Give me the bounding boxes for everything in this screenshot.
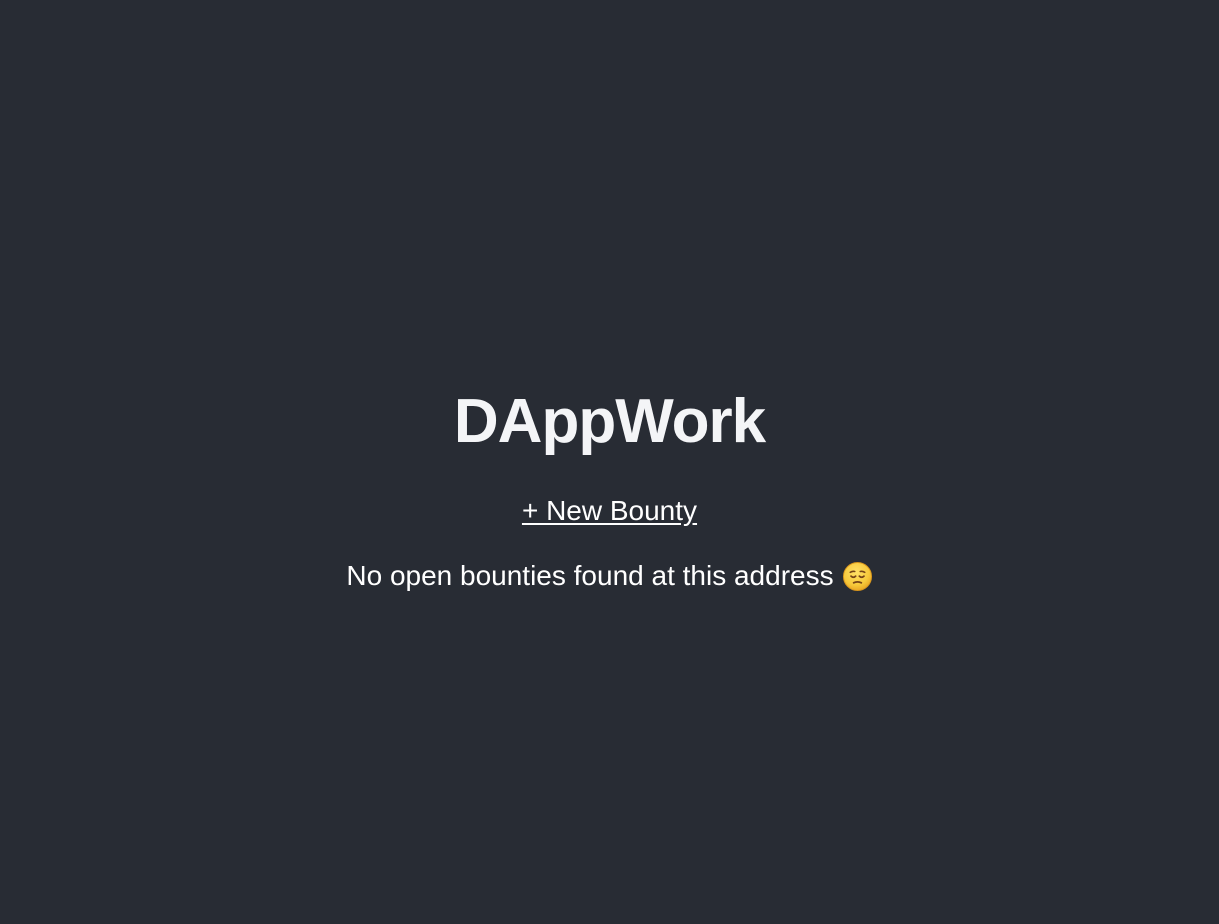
new-bounty-link[interactable]: + New Bounty (522, 494, 697, 528)
app-title: DAppWork (453, 387, 766, 456)
app-page: DAppWork + New Bounty No open bounties f… (0, 0, 1219, 924)
empty-state: No open bounties found at this address (346, 559, 872, 593)
empty-state-message: No open bounties found at this address (346, 560, 834, 591)
main-content: DAppWork + New Bounty No open bounties f… (0, 384, 1219, 593)
pensive-face-icon (842, 561, 873, 592)
